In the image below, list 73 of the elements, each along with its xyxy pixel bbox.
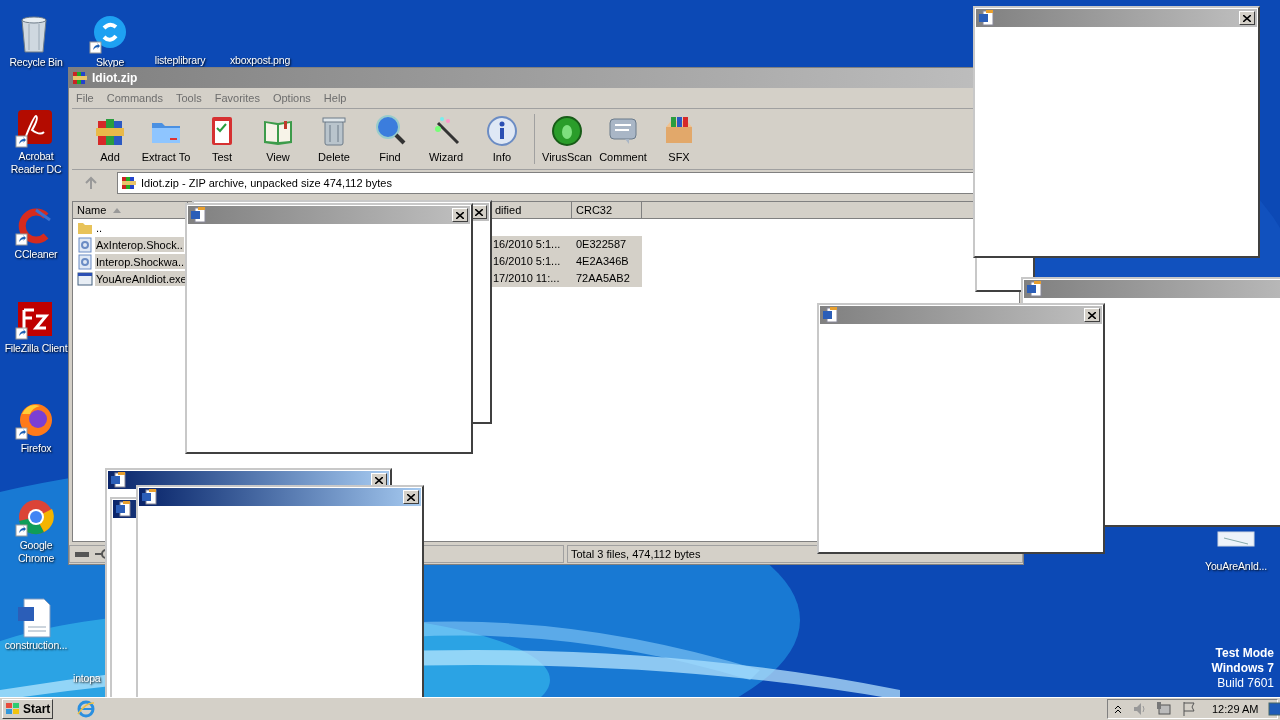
notice-text: Windows 7 xyxy=(1211,661,1274,676)
table-cell: 72AA5AB2 xyxy=(572,270,642,287)
toolbar-button[interactable]: Info xyxy=(474,110,530,168)
toolbar-button[interactable]: SFX xyxy=(651,110,707,168)
icon-label[interactable]: xboxpost.png xyxy=(229,54,291,67)
close-button[interactable] xyxy=(403,490,419,504)
network-icon xyxy=(1156,701,1172,717)
file-name[interactable]: AxInterop.Shock.. xyxy=(95,237,184,252)
table-cell: 4E2A346B xyxy=(572,253,642,270)
icon-label[interactable]: Firefox xyxy=(20,442,52,455)
program-file-icon xyxy=(77,270,93,287)
archive-icon xyxy=(121,175,137,191)
document-icon xyxy=(110,472,126,488)
table-cell: 17/2010 11:... xyxy=(491,270,572,287)
close-icon xyxy=(475,208,483,216)
notice-text: Build 7601 xyxy=(1217,676,1274,691)
file-name[interactable]: Interop.Shockwa.. xyxy=(95,254,186,269)
gear-file-icon xyxy=(77,236,93,253)
table-cell: 0E322587 xyxy=(572,236,642,253)
gear-file-icon xyxy=(77,253,93,270)
file-name[interactable]: YouAreAnIdiot.exe xyxy=(95,271,188,286)
up-arrow-icon xyxy=(83,175,99,191)
document-icon xyxy=(115,501,131,517)
icon-label[interactable]: Skype xyxy=(95,56,125,69)
icon-label[interactable]: Google Chrome xyxy=(2,539,70,565)
toolbar-button[interactable]: Wizard xyxy=(418,110,474,168)
drive-icon xyxy=(74,549,90,559)
icon-label[interactable]: Acrobat Reader DC xyxy=(2,150,70,176)
table-cell: 16/2010 5:1... xyxy=(491,236,572,253)
close-icon xyxy=(407,493,415,501)
icon-label[interactable]: YouAreAnId... xyxy=(1205,560,1267,573)
close-icon xyxy=(1088,311,1096,319)
clock[interactable]: 12:29 AM xyxy=(1212,700,1259,718)
menu-item[interactable]: Favorites xyxy=(214,89,260,107)
table-cell: 16/2010 5:1... xyxy=(491,253,572,270)
menu-item[interactable]: Tools xyxy=(176,89,202,107)
icon-label[interactable]: CCleaner xyxy=(14,248,58,261)
document-icon xyxy=(141,489,157,505)
flag-icon xyxy=(1182,701,1196,717)
toolbar-button[interactable]: Add xyxy=(82,110,138,168)
start-button[interactable]: Start xyxy=(2,699,53,719)
speaker-icon xyxy=(1132,701,1146,717)
sort-arrow-icon xyxy=(112,206,123,214)
toolbar-button[interactable]: View xyxy=(250,110,306,168)
toolbar-button[interactable]: Test xyxy=(194,110,250,168)
file-name[interactable]: .. xyxy=(95,220,104,235)
document-icon xyxy=(978,10,994,26)
close-button[interactable] xyxy=(1084,308,1100,322)
windows-logo-icon xyxy=(5,702,21,716)
window-title: Idiot.zip xyxy=(92,70,138,87)
icon-label[interactable]: Recycle Bin xyxy=(9,56,63,69)
menu-item[interactable]: Options xyxy=(272,89,311,107)
toolbar-button[interactable]: VirusScan xyxy=(539,110,595,168)
document-icon xyxy=(1026,281,1042,297)
close-icon xyxy=(456,211,464,219)
document-icon xyxy=(190,207,206,223)
menu-item[interactable]: Commands xyxy=(106,89,163,107)
close-icon xyxy=(1243,14,1251,22)
archive-icon xyxy=(72,70,88,86)
toolbar-button[interactable]: Extract To xyxy=(138,110,194,168)
toolbar-button[interactable]: Find xyxy=(362,110,418,168)
close-button[interactable] xyxy=(452,208,468,222)
icon-label[interactable]: listeplibrary xyxy=(154,54,206,67)
notice-text: Test Mode xyxy=(1215,646,1274,661)
toolbar-button[interactable]: Delete xyxy=(306,110,362,168)
chevron-up-icon xyxy=(1114,704,1122,714)
search-icon xyxy=(374,112,406,147)
icon-label[interactable]: FileZilla Client xyxy=(4,342,68,355)
close-button[interactable] xyxy=(1239,11,1255,25)
close-icon xyxy=(375,476,383,484)
column-header[interactable]: CRC32 xyxy=(572,202,642,219)
document-icon xyxy=(822,307,838,323)
toolbar-button[interactable]: Comment xyxy=(595,110,651,168)
